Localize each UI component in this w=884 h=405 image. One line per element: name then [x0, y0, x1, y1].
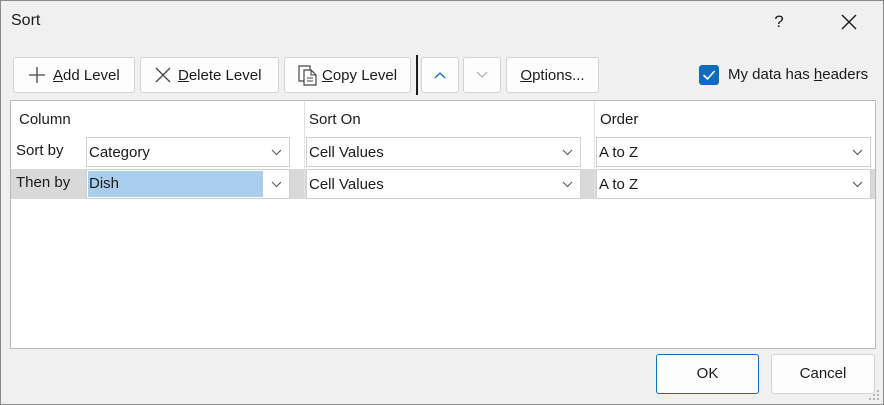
sort-by-order-select[interactable]: A to Z — [596, 137, 871, 167]
then-by-column-value: Dish — [88, 171, 263, 197]
help-button[interactable]: ? — [759, 5, 799, 39]
dropdown-button[interactable] — [263, 138, 289, 166]
dropdown-button[interactable] — [554, 170, 580, 198]
options-button[interactable]: Options... — [506, 57, 599, 93]
chevron-down-icon — [852, 149, 863, 156]
sort-by-sort-on-value: Cell Values — [309, 144, 384, 161]
chevron-down-icon — [852, 181, 863, 188]
resize-grip-icon[interactable] — [867, 388, 881, 402]
dropdown-button[interactable] — [844, 138, 870, 166]
copy-level-label: Copy Level — [322, 66, 398, 84]
then-by-label: Then by — [16, 174, 71, 191]
order-header: Order — [600, 111, 639, 128]
sort-by-order-value: A to Z — [599, 144, 639, 161]
column-divider — [594, 101, 595, 199]
options-label: Options... — [520, 66, 585, 84]
chevron-down-icon — [271, 149, 282, 156]
dropdown-button[interactable] — [844, 170, 870, 198]
then-by-sort-on-select[interactable]: Cell Values — [306, 169, 581, 199]
column-divider — [304, 101, 305, 199]
copy-level-button[interactable]: Copy Level — [284, 57, 411, 93]
then-by-column-select[interactable]: Dish — [86, 169, 290, 199]
toolbar-separator — [416, 55, 418, 95]
then-by-sort-on-value: Cell Values — [309, 176, 384, 193]
sort-by-sort-on-select[interactable]: Cell Values — [306, 137, 581, 167]
copy-icon — [298, 65, 317, 86]
dropdown-button[interactable] — [263, 170, 289, 198]
then-by-order-value: A to Z — [599, 176, 639, 193]
cancel-button[interactable]: Cancel — [771, 354, 875, 394]
dropdown-button[interactable] — [554, 138, 580, 166]
plus-icon — [29, 67, 45, 83]
checkmark-icon — [702, 70, 716, 81]
add-level-label: Add Level — [53, 66, 120, 84]
sort-on-header: Sort On — [309, 111, 361, 128]
delete-x-icon — [155, 67, 171, 83]
dialog-title: Sort — [11, 12, 41, 29]
move-up-button[interactable] — [421, 57, 459, 93]
my-data-has-headers-label[interactable]: My data has headers — [728, 66, 868, 83]
then-by-order-select[interactable]: A to Z — [596, 169, 871, 199]
sort-by-column-value: Category — [89, 144, 150, 161]
chevron-down-icon — [476, 71, 488, 78]
move-down-button[interactable] — [463, 57, 501, 93]
column-header: Column — [19, 111, 71, 128]
delete-level-label: Delete Level — [178, 66, 262, 84]
chevron-down-icon — [271, 181, 282, 188]
sort-levels-grid: Column Sort On Order Sort by Category Ce… — [10, 100, 876, 349]
sort-by-column-select[interactable]: Category — [86, 137, 290, 167]
chevron-down-icon — [562, 149, 573, 156]
close-icon — [841, 14, 857, 30]
title-bar[interactable]: Sort ? — [1, 1, 883, 45]
my-data-has-headers-checkbox[interactable] — [699, 65, 719, 85]
ok-button[interactable]: OK — [656, 354, 759, 394]
sort-dialog: Sort ? Add Level Delete Level Copy Level — [0, 0, 884, 405]
sort-by-label: Sort by — [16, 142, 64, 159]
add-level-button[interactable]: Add Level — [13, 57, 135, 93]
delete-level-button[interactable]: Delete Level — [140, 57, 279, 93]
chevron-up-icon — [434, 72, 446, 79]
chevron-down-icon — [562, 181, 573, 188]
close-button[interactable] — [827, 5, 871, 39]
